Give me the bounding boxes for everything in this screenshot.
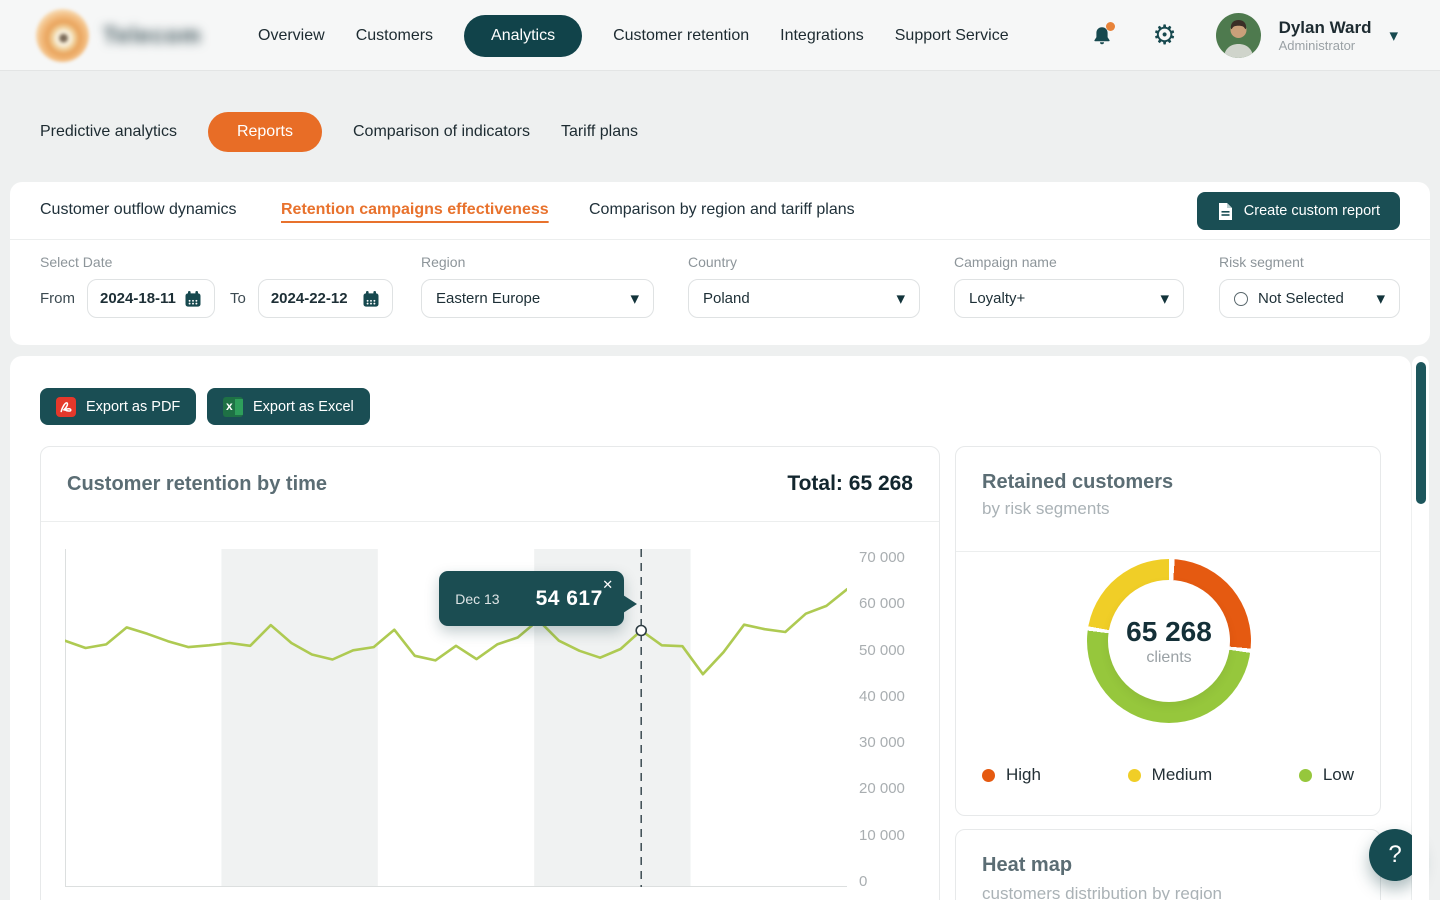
document-icon (1217, 202, 1234, 221)
report-subtabs: Customer outflow dynamics Retention camp… (10, 182, 1430, 240)
navbar-right-cluster: ⚙︎ Dylan Ward Administrator ▾ (1087, 0, 1398, 71)
tooltip-date: Dec 13 (455, 591, 499, 607)
y-tick-label: 10 000 (859, 829, 905, 843)
y-tick-label: 20 000 (859, 782, 905, 796)
report-filters-card: Customer outflow dynamics Retention camp… (10, 182, 1430, 345)
user-name: Dylan Ward (1279, 18, 1372, 38)
logo-icon (36, 9, 89, 62)
tab-comparison-of-indicators[interactable]: Comparison of indicators (353, 123, 530, 141)
radio-circle-icon (1234, 292, 1248, 306)
settings-gear-icon[interactable]: ⚙︎ (1150, 21, 1180, 51)
country-select[interactable]: Poland ▾ (688, 279, 920, 318)
y-tick-label: 50 000 (859, 644, 905, 658)
scrollbar-thumb[interactable] (1416, 362, 1426, 504)
y-tick-label: 0 (859, 875, 905, 889)
y-axis-labels: 70 000 60 000 50 000 40 000 30 000 20 000 10 0… (859, 551, 905, 889)
chart-total: Total: 65 268 (787, 472, 913, 496)
retained-title: Retained customers (982, 471, 1173, 494)
medium-dot-icon (1128, 769, 1141, 782)
heat-map-subtitle: customers distribution by region (982, 884, 1222, 900)
user-role: Administrator (1279, 38, 1372, 54)
filter-select-date: Select Date From 2024-18-11 To 2024-22-1… (40, 254, 393, 318)
legend-item-low[interactable]: Low (1299, 765, 1354, 785)
excel-icon: x (223, 397, 243, 417)
low-dot-icon (1299, 769, 1312, 782)
retained-subtitle: by risk segments (982, 499, 1110, 519)
chevron-down-icon: ▾ (630, 289, 639, 309)
campaign-select[interactable]: Loyalty+ ▾ (954, 279, 1184, 318)
create-custom-report-button[interactable]: Create custom report (1197, 192, 1400, 230)
high-dot-icon (982, 769, 995, 782)
divider (956, 551, 1380, 552)
user-menu-chevron-icon[interactable]: ▾ (1389, 26, 1398, 46)
chart-header: Customer retention by time Total: 65 268 (41, 447, 939, 522)
donut-center: 65 268 clients (1108, 580, 1230, 702)
nav-item-customer-retention[interactable]: Customer retention (613, 27, 749, 45)
brand-name: Telecom (103, 22, 202, 49)
scrollbar-track[interactable] (1412, 356, 1429, 900)
legend-item-medium[interactable]: Medium (1128, 765, 1212, 785)
y-tick-label: 30 000 (859, 736, 905, 750)
donut-total-label: clients (1146, 649, 1191, 667)
tooltip-close-icon[interactable]: ✕ (602, 577, 613, 593)
notifications-bell-icon[interactable] (1087, 21, 1117, 51)
main-nav: Overview Customers Analytics Customer re… (258, 0, 1009, 71)
calendar-icon[interactable] (362, 290, 380, 308)
retained-customers-card: Retained customers by risk segments 65 2… (955, 446, 1381, 816)
date-to-input[interactable]: 2024-22-12 (258, 279, 393, 318)
analytics-tabs: Predictive analytics Reports Comparison … (40, 110, 638, 153)
export-excel-button[interactable]: x Export as Excel (207, 388, 370, 425)
select-date-label: Select Date (40, 254, 393, 270)
tooltip-arrow (623, 595, 637, 613)
to-label: To (230, 290, 246, 307)
nav-item-support-service[interactable]: Support Service (895, 27, 1009, 45)
legend-item-high[interactable]: High (982, 765, 1041, 785)
nav-item-integrations[interactable]: Integrations (780, 27, 864, 45)
donut-chart: 65 268 clients (1087, 559, 1251, 723)
y-tick-label: 60 000 (859, 597, 905, 611)
from-label: From (40, 290, 75, 307)
filter-country: Country Poland ▾ (688, 254, 920, 318)
heat-map-title: Heat map (982, 854, 1072, 877)
notification-dot (1106, 22, 1115, 31)
tab-reports[interactable]: Reports (208, 112, 322, 152)
chevron-down-icon: ▾ (1376, 289, 1385, 309)
risk-segment-select[interactable]: Not Selected ▾ (1219, 279, 1400, 318)
nav-item-analytics[interactable]: Analytics (464, 15, 582, 57)
chart-title: Customer retention by time (67, 473, 327, 496)
calendar-icon[interactable] (184, 290, 202, 308)
y-tick-label: 40 000 (859, 690, 905, 704)
filter-region: Region Eastern Europe ▾ (421, 254, 654, 318)
donut-total-value: 65 268 (1126, 616, 1212, 648)
export-pdf-button[interactable]: Export as PDF (40, 388, 196, 425)
filter-risk-segment: Risk segment Not Selected ▾ (1219, 254, 1400, 318)
report-content-card: Export as PDF x Export as Excel Customer… (10, 356, 1411, 900)
y-tick-label: 70 000 (859, 551, 905, 565)
tab-tariff-plans[interactable]: Tariff plans (561, 123, 638, 141)
brand-logo[interactable]: Telecom (36, 9, 202, 62)
chevron-down-icon: ▾ (896, 289, 905, 309)
region-select[interactable]: Eastern Europe ▾ (421, 279, 654, 318)
filter-campaign-name: Campaign name Loyalty+ ▾ (954, 254, 1184, 318)
pdf-icon (56, 397, 76, 417)
heat-map-card: Heat map customers distribution by regio… (955, 829, 1381, 900)
risk-legend: High Medium Low (982, 765, 1354, 785)
nav-item-overview[interactable]: Overview (258, 27, 325, 45)
tooltip-value: 54 617 (536, 587, 603, 611)
nav-item-customers[interactable]: Customers (356, 27, 433, 45)
subtab-customer-outflow-dynamics[interactable]: Customer outflow dynamics (40, 201, 237, 219)
top-navbar: Telecom Overview Customers Analytics Cus… (0, 0, 1440, 71)
subtab-comparison-by-region[interactable]: Comparison by region and tariff plans (589, 201, 855, 219)
user-avatar[interactable] (1216, 13, 1261, 58)
tab-predictive-analytics[interactable]: Predictive analytics (40, 123, 177, 141)
user-menu[interactable]: Dylan Ward Administrator (1279, 18, 1372, 54)
chart-tooltip: Dec 13 54 617 ✕ (439, 571, 624, 626)
subtab-retention-campaigns-effectiveness[interactable]: Retention campaigns effectiveness (281, 201, 549, 219)
customer-retention-chart-card: Customer retention by time Total: 65 268… (40, 446, 940, 900)
date-from-input[interactable]: 2024-18-11 (87, 279, 215, 318)
chevron-down-icon: ▾ (1160, 289, 1169, 309)
